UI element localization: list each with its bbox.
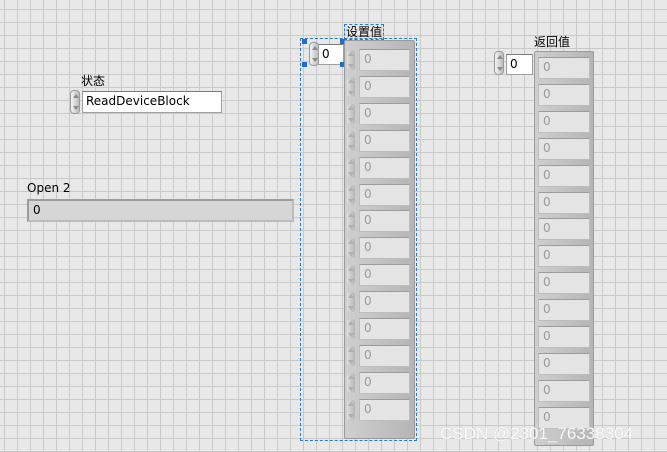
cell-spinner[interactable] bbox=[347, 292, 355, 313]
cell-spinner[interactable] bbox=[347, 211, 355, 232]
state-label: 状态 bbox=[81, 74, 106, 88]
array-cell[interactable]: 0 bbox=[538, 352, 590, 375]
array-cell[interactable]: 0 bbox=[538, 379, 590, 402]
array-cell[interactable]: 0 bbox=[359, 129, 410, 152]
cell-spinner[interactable] bbox=[347, 238, 355, 259]
returned-index-spinner[interactable] bbox=[494, 51, 504, 75]
cell-spinner[interactable] bbox=[347, 50, 355, 70]
state-field[interactable]: ReadDeviceBlock bbox=[82, 91, 222, 113]
array-cell[interactable]: 0 bbox=[538, 164, 590, 187]
state-spinner[interactable] bbox=[70, 90, 80, 114]
array-cell[interactable]: 0 bbox=[538, 110, 590, 133]
array-cell[interactable]: 0 bbox=[359, 156, 410, 179]
array-cell[interactable]: 0 bbox=[359, 264, 410, 287]
array-cell[interactable]: 0 bbox=[538, 245, 590, 268]
cell-spinner[interactable] bbox=[347, 265, 355, 286]
array-cell[interactable]: 0 bbox=[359, 183, 410, 206]
array-cell[interactable]: 0 bbox=[359, 398, 410, 421]
array-cell[interactable]: 0 bbox=[538, 57, 590, 79]
array-cell[interactable]: 0 bbox=[538, 272, 590, 295]
watermark-text: CSDN @2301_76338304 bbox=[440, 424, 634, 443]
resize-handle-tl[interactable] bbox=[302, 39, 307, 44]
open2-indicator: 0 bbox=[27, 199, 294, 222]
array-cell[interactable]: 0 bbox=[359, 210, 410, 233]
array-cell[interactable]: 0 bbox=[359, 371, 410, 394]
cell-spinner[interactable] bbox=[347, 345, 355, 366]
array-cell[interactable]: 0 bbox=[538, 299, 590, 322]
open2-label: Open 2 bbox=[27, 181, 71, 195]
cell-spinner[interactable] bbox=[347, 319, 355, 339]
array-cell[interactable]: 0 bbox=[538, 83, 590, 106]
array-cell[interactable]: 0 bbox=[359, 75, 410, 98]
cell-spinner[interactable] bbox=[347, 399, 355, 420]
cell-spinner[interactable] bbox=[347, 130, 355, 151]
cell-spinner[interactable] bbox=[347, 76, 355, 97]
array-cell[interactable]: 0 bbox=[359, 49, 410, 71]
cell-spinner[interactable] bbox=[347, 103, 355, 124]
array-cell[interactable]: 0 bbox=[359, 344, 410, 367]
array-cell[interactable]: 0 bbox=[359, 102, 410, 125]
array-cell[interactable]: 0 bbox=[538, 326, 590, 348]
array-cell[interactable]: 0 bbox=[359, 318, 410, 340]
cell-spinner[interactable] bbox=[347, 184, 355, 205]
cell-spinner[interactable] bbox=[347, 157, 355, 178]
returned-label: 返回值 bbox=[534, 35, 571, 49]
resize-handle-bl[interactable] bbox=[302, 62, 307, 67]
array-cell[interactable]: 0 bbox=[538, 218, 590, 241]
array-cell[interactable]: 0 bbox=[538, 137, 590, 160]
array-cell[interactable]: 0 bbox=[538, 191, 590, 214]
array-cell[interactable]: 0 bbox=[359, 237, 410, 260]
returned-index-field[interactable]: 0 bbox=[506, 54, 533, 75]
array-cell[interactable]: 0 bbox=[359, 291, 410, 314]
cell-spinner[interactable] bbox=[347, 372, 355, 393]
